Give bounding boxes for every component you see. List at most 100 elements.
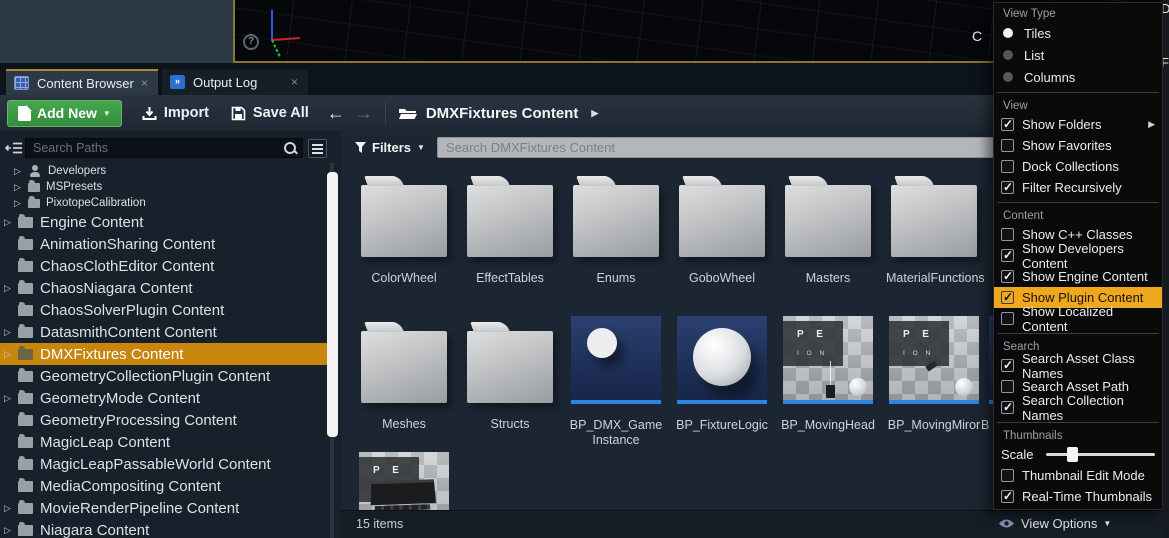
tree-item-chaosniagara-content[interactable]: ▷ChaosNiagara Content xyxy=(0,277,327,299)
tree-item-magicleappassableworld-content[interactable]: MagicLeapPassableWorld Content xyxy=(0,453,327,475)
breadcrumb-expand-icon[interactable]: ▶ xyxy=(591,108,598,119)
checkbox-checked-icon[interactable] xyxy=(1001,181,1014,194)
tree-item-mediacompositing-content[interactable]: MediaCompositing Content xyxy=(0,475,327,497)
tree-item-engine-content[interactable]: ▷Engine Content xyxy=(0,211,327,233)
folder-tile-masters[interactable]: Masters xyxy=(782,170,874,286)
tree-item-dmxfixtures-content[interactable]: ▷DMXFixtures Content xyxy=(0,343,327,365)
checkbox-checked-icon[interactable] xyxy=(1001,490,1014,503)
add-new-button[interactable]: Add New ▼ xyxy=(7,100,122,127)
expand-arrow-icon[interactable]: ▷ xyxy=(4,217,17,228)
tree-item-chaosclotheditor-content[interactable]: ChaosClothEditor Content xyxy=(0,255,327,277)
tree-item-mspresets[interactable]: ▷MSPresets xyxy=(0,179,327,195)
menu-item-columns[interactable]: Columns xyxy=(994,66,1162,88)
tree-item-chaossolverplugin-content[interactable]: ChaosSolverPlugin Content xyxy=(0,299,327,321)
asset-tile-blank[interactable]: P EI O N xyxy=(358,452,450,510)
tree-item-developers[interactable]: ▷Developers xyxy=(0,163,327,179)
folder-tile-colorwheel[interactable]: ColorWheel xyxy=(358,170,450,286)
menu-item-show-favorites[interactable]: Show Favorites xyxy=(994,135,1162,156)
tab-output-log[interactable]: » Output Log × xyxy=(162,69,308,95)
tab-label: Output Log xyxy=(193,75,257,90)
checkbox-checked-icon[interactable] xyxy=(1001,249,1014,262)
folder-tile-effecttables[interactable]: EffectTables xyxy=(464,170,556,286)
tree-item-movierenderpipeline-content[interactable]: ▷MovieRenderPipeline Content xyxy=(0,497,327,519)
tree-item-geometryprocessing-content[interactable]: GeometryProcessing Content xyxy=(0,409,327,431)
menu-item-thumbnail-edit-mode[interactable]: Thumbnail Edit Mode xyxy=(994,465,1162,486)
checkbox-unchecked-icon[interactable] xyxy=(1001,160,1014,173)
scale-slider[interactable] xyxy=(1046,453,1155,456)
expand-arrow-icon[interactable]: ▷ xyxy=(4,525,17,536)
tree-item-animationsharing-content[interactable]: AnimationSharing Content xyxy=(0,233,327,255)
save-all-button[interactable]: Save All xyxy=(231,105,309,121)
menu-section-view: View xyxy=(994,97,1162,114)
radio-selected-icon[interactable] xyxy=(1003,28,1013,38)
checkbox-unchecked-icon[interactable] xyxy=(1001,228,1014,241)
menu-separator xyxy=(997,202,1159,203)
folder-tile-materialfunctions[interactable]: MaterialFunctions xyxy=(888,170,980,286)
expand-arrow-icon[interactable]: ▷ xyxy=(14,198,27,209)
checkbox-checked-icon[interactable] xyxy=(1001,270,1014,283)
back-button[interactable]: ← xyxy=(327,103,345,124)
menu-item-real-time-thumbnails[interactable]: Real-Time Thumbnails xyxy=(994,486,1162,507)
filters-button[interactable]: Filters ▼ xyxy=(355,140,425,155)
menu-item-show-engine-content[interactable]: Show Engine Content xyxy=(994,266,1162,287)
folder-tile-structs[interactable]: Structs xyxy=(464,316,556,432)
expand-arrow-icon[interactable]: ▷ xyxy=(4,349,17,360)
expand-arrow-icon[interactable]: ▷ xyxy=(14,182,27,193)
menu-item-show-folders[interactable]: Show Folders▶ xyxy=(994,114,1162,135)
breadcrumb[interactable]: DMXFixtures Content ▶ xyxy=(398,105,598,122)
sources-view-button[interactable] xyxy=(308,139,327,158)
asset-tile-bp-movingmiror[interactable]: P EI O NBP_MovingMiror xyxy=(888,316,980,433)
folder-icon xyxy=(18,481,33,492)
viewport-help-icon[interactable]: ? xyxy=(243,34,259,50)
menu-item-search-asset-class-names[interactable]: Search Asset Class Names xyxy=(994,355,1162,376)
collapse-sources-icon[interactable] xyxy=(5,141,25,155)
radio-unselected-icon[interactable] xyxy=(1003,50,1013,60)
search-paths-input[interactable] xyxy=(25,138,303,158)
menu-item-scale[interactable]: Scale xyxy=(994,444,1162,465)
menu-item-filter-recursively[interactable]: Filter Recursively xyxy=(994,177,1162,198)
menu-item-show-localized-content[interactable]: Show Localized Content xyxy=(994,308,1162,329)
tile-label: BP_DMX_Game Instance xyxy=(568,418,664,448)
expand-arrow-icon[interactable]: ▷ xyxy=(14,166,27,177)
checkbox-checked-icon[interactable] xyxy=(1001,359,1014,372)
checkbox-checked-icon[interactable] xyxy=(1001,401,1014,414)
checkbox-checked-icon[interactable] xyxy=(1001,291,1014,304)
menu-item-dock-collections[interactable]: Dock Collections xyxy=(994,156,1162,177)
tree-item-niagara-content[interactable]: ▷Niagara Content xyxy=(0,519,327,538)
folder-tile-enums[interactable]: Enums xyxy=(570,170,662,286)
tab-content-browser[interactable]: Content Browser × xyxy=(6,69,158,95)
folder-tile-meshes[interactable]: Meshes xyxy=(358,316,450,432)
checkbox-unchecked-icon[interactable] xyxy=(1001,380,1014,393)
checkbox-checked-icon[interactable] xyxy=(1001,118,1014,131)
asset-tile-bp-movinghead[interactable]: P EI O NBP_MovingHead xyxy=(782,316,874,433)
slider-thumb-handle[interactable] xyxy=(1067,447,1078,462)
expand-arrow-icon[interactable]: ▷ xyxy=(4,393,17,404)
menu-item-tiles[interactable]: Tiles xyxy=(994,22,1162,44)
menu-item-list[interactable]: List xyxy=(994,44,1162,66)
asset-tile-bp-fixturelogic[interactable]: BP_FixtureLogic xyxy=(676,316,768,433)
close-icon[interactable]: × xyxy=(291,75,298,89)
checkbox-unchecked-icon[interactable] xyxy=(1001,139,1014,152)
asset-search-input[interactable] xyxy=(437,137,1032,158)
tree-item-geometrycollectionplugin-content[interactable]: GeometryCollectionPlugin Content xyxy=(0,365,327,387)
tree-scrollbar-thumb[interactable] xyxy=(327,172,338,437)
expand-arrow-icon[interactable]: ▷ xyxy=(4,283,17,294)
close-icon[interactable]: × xyxy=(141,76,148,90)
forward-button[interactable]: → xyxy=(355,103,373,124)
tree-item-geometrymode-content[interactable]: ▷GeometryMode Content xyxy=(0,387,327,409)
checkbox-unchecked-icon[interactable] xyxy=(1001,312,1014,325)
tree-item-pixotopecalibration[interactable]: ▷PixotopeCalibration xyxy=(0,195,327,211)
tree-item-datasmithcontent-content[interactable]: ▷DatasmithContent Content xyxy=(0,321,327,343)
tree-item-magicleap-content[interactable]: MagicLeap Content xyxy=(0,431,327,453)
menu-item-search-collection-names[interactable]: Search Collection Names xyxy=(994,397,1162,418)
view-options-label: View Options xyxy=(1021,516,1097,531)
folder-tile-gobowheel[interactable]: GoboWheel xyxy=(676,170,768,286)
expand-arrow-icon[interactable]: ▷ xyxy=(4,503,17,514)
expand-arrow-icon[interactable]: ▷ xyxy=(4,327,17,338)
view-options-button[interactable]: View Options ▼ xyxy=(998,516,1111,531)
asset-tile-bp-dmx-game-instance[interactable]: BP_DMX_Game Instance xyxy=(570,316,662,448)
checkbox-unchecked-icon[interactable] xyxy=(1001,469,1014,482)
import-button[interactable]: Import xyxy=(142,105,209,121)
menu-item-show-developers-content[interactable]: Show Developers Content xyxy=(994,245,1162,266)
radio-unselected-icon[interactable] xyxy=(1003,72,1013,82)
